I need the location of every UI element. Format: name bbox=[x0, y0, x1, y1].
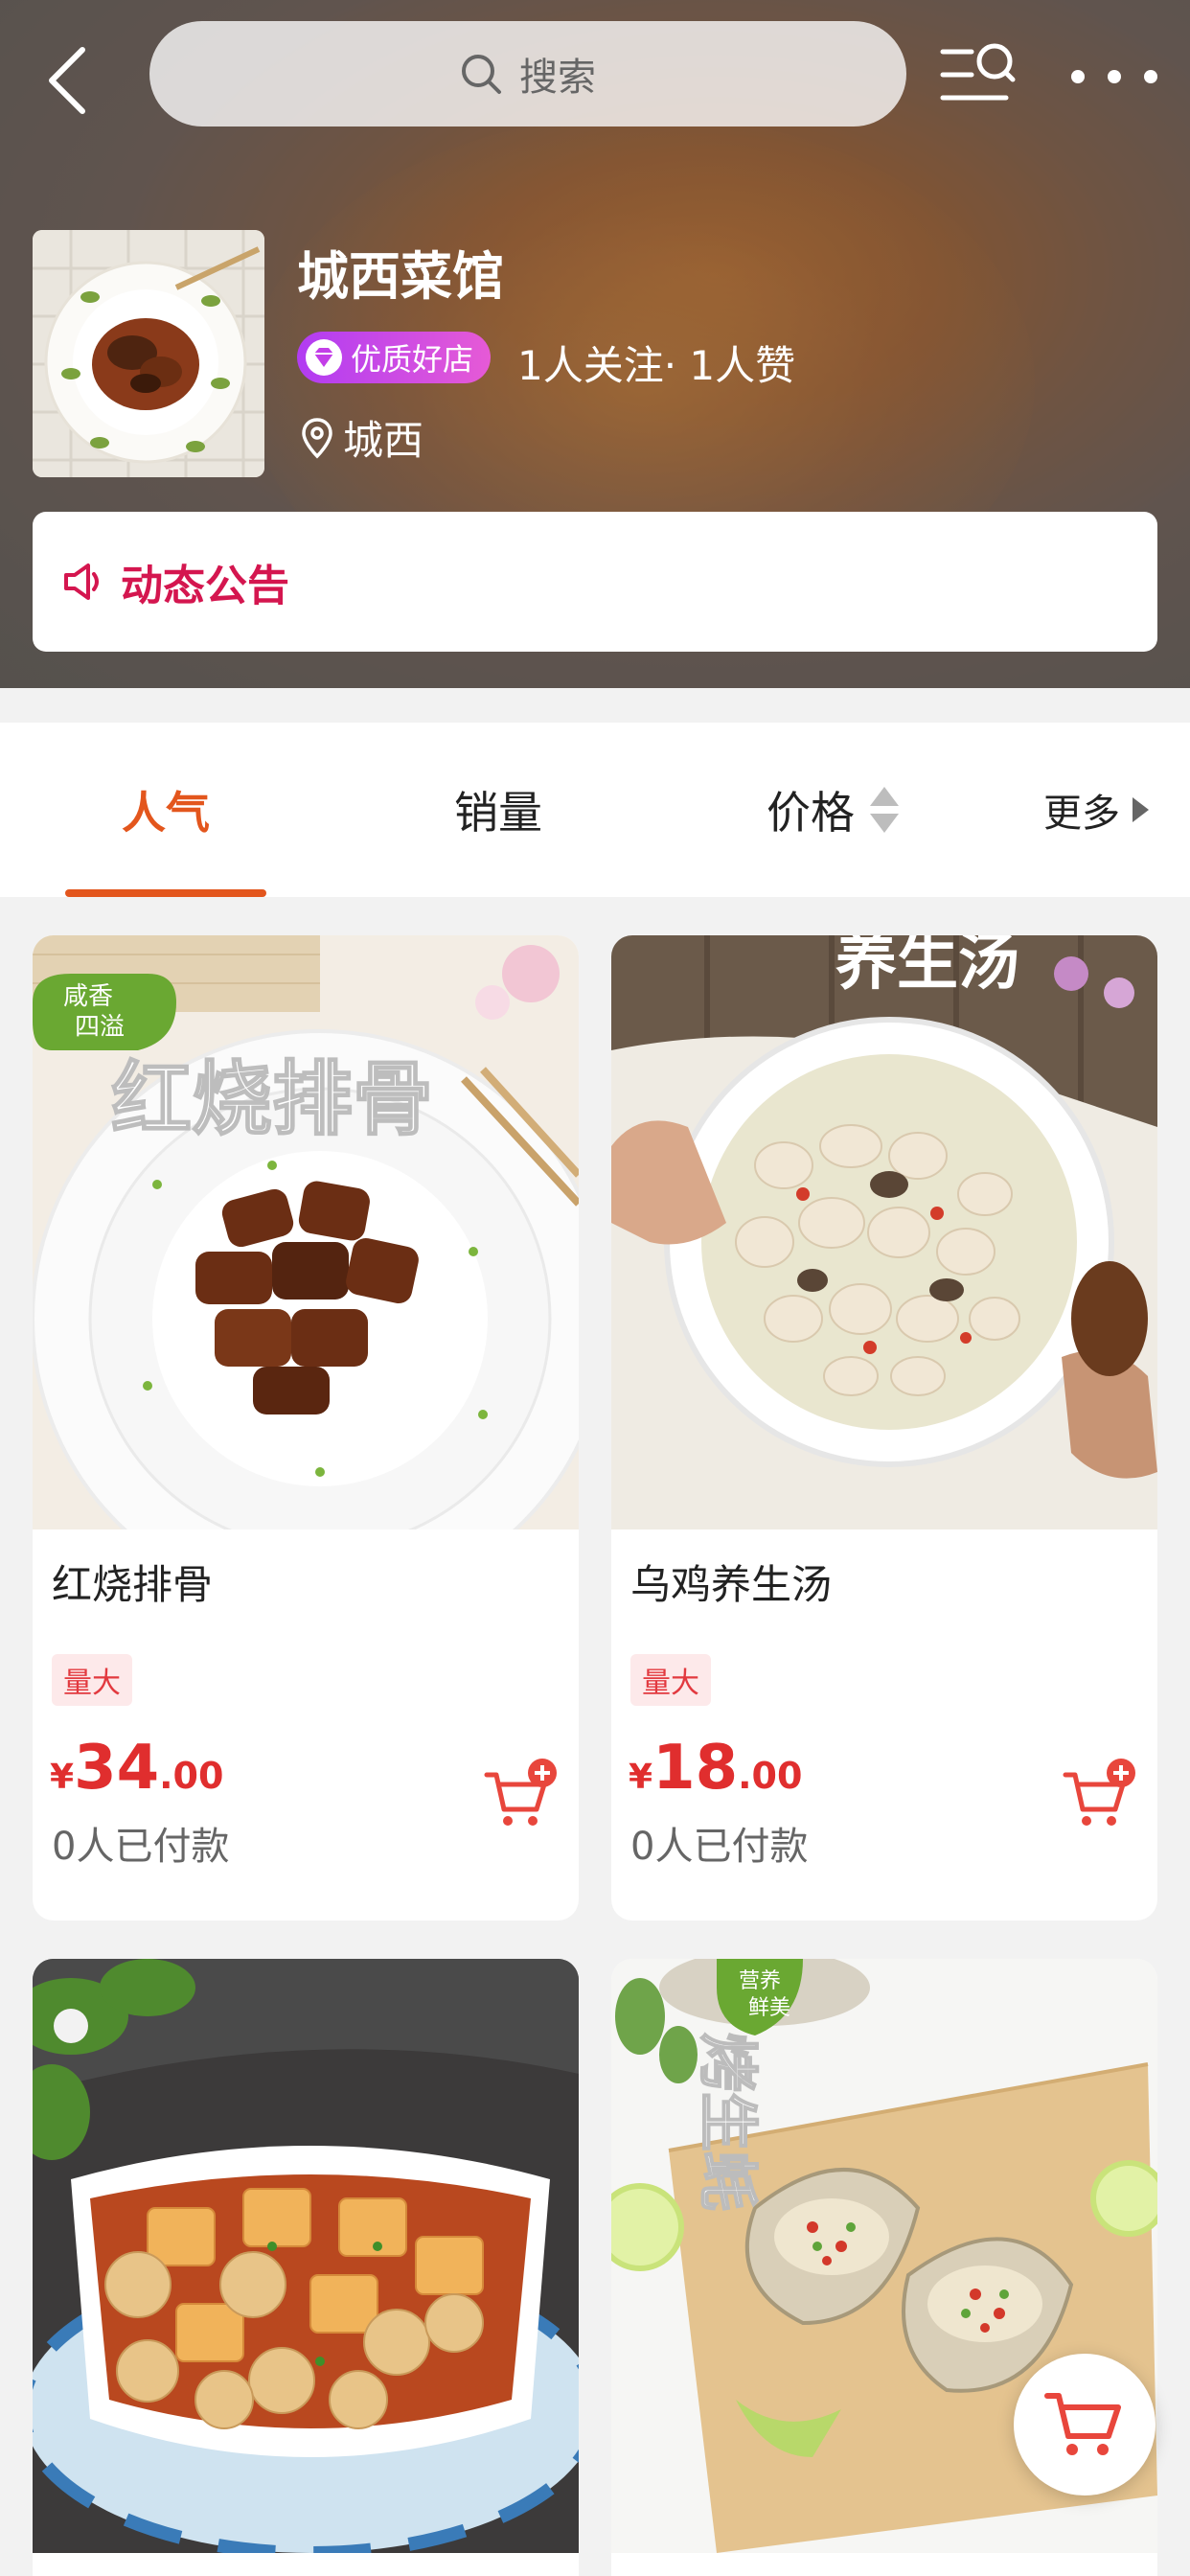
location-pin-icon bbox=[302, 417, 332, 458]
add-to-cart-icon[interactable] bbox=[1062, 1758, 1138, 1834]
shop-avatar[interactable] bbox=[33, 230, 264, 477]
price-integer: 34 bbox=[74, 1733, 160, 1804]
product-card[interactable] bbox=[33, 1959, 579, 2576]
tab-label: 人气 bbox=[122, 787, 210, 839]
back-button[interactable] bbox=[38, 42, 96, 119]
search-icon bbox=[462, 55, 501, 94]
product-title: 乌鸡养生汤 bbox=[630, 1561, 833, 1608]
product-price: ¥ 18 .00 bbox=[629, 1733, 802, 1804]
floating-cart-button[interactable] bbox=[1014, 2354, 1156, 2496]
tab-price[interactable]: 价格 bbox=[738, 723, 929, 897]
follow-like-stats: 1人关注· 1人赞 bbox=[517, 342, 796, 389]
product-tag: 量大 bbox=[52, 1654, 132, 1706]
image-title-text: 养生汤 bbox=[835, 935, 1019, 999]
product-title: 红烧排骨 bbox=[52, 1561, 214, 1608]
category-list-button[interactable] bbox=[939, 38, 1016, 115]
currency-symbol: ¥ bbox=[629, 1758, 653, 1797]
top-bar: 搜索 bbox=[0, 19, 1190, 130]
announcement-label: 动态公告 bbox=[121, 562, 289, 610]
more-options-button[interactable] bbox=[1071, 48, 1157, 105]
price-decimal: .00 bbox=[159, 1755, 224, 1797]
dot-icon bbox=[1071, 70, 1085, 83]
diamond-icon bbox=[306, 339, 342, 376]
product-image[interactable]: 养生汤 bbox=[611, 935, 1157, 1530]
search-placeholder: 搜索 bbox=[519, 56, 596, 100]
shop-name: 城西菜馆 bbox=[297, 246, 504, 307]
shopping-cart-icon bbox=[1044, 2393, 1121, 2455]
sort-arrows-icon bbox=[870, 787, 899, 833]
list-search-icon bbox=[940, 43, 1016, 101]
product-card[interactable]: 咸香 四溢 红烧排骨 红烧排骨 量大 ¥ 34 .00 0人已付款 bbox=[33, 935, 579, 1920]
add-to-cart-icon[interactable] bbox=[483, 1758, 560, 1834]
price-integer: 18 bbox=[652, 1733, 739, 1804]
shop-info: 城西菜馆 优质好店 1人关注· 1人赞 城西 bbox=[33, 230, 1163, 479]
product-price: ¥ 34 .00 bbox=[50, 1733, 223, 1804]
product-image[interactable] bbox=[33, 1959, 579, 2553]
image-title-text: 红烧排骨 bbox=[111, 1052, 433, 1146]
tab-label: 价格 bbox=[767, 787, 855, 839]
paid-count: 0人已付款 bbox=[52, 1825, 230, 1869]
image-badge-line-2: 四溢 bbox=[75, 1013, 125, 1042]
dot-icon bbox=[1108, 70, 1121, 83]
tab-label: 更多 bbox=[1043, 792, 1120, 836]
tab-label: 销量 bbox=[454, 787, 542, 839]
image-badge-line-2: 鲜美 bbox=[748, 1996, 790, 2020]
tab-more-filters[interactable]: 更多 bbox=[1016, 723, 1179, 897]
active-tab-indicator bbox=[65, 889, 266, 897]
product-image[interactable]: 咸香 四溢 红烧排骨 bbox=[33, 935, 579, 1530]
announcement-bar[interactable]: 动态公告 bbox=[33, 512, 1157, 652]
image-badge-line-1: 营养 bbox=[739, 1969, 781, 1993]
caret-right-icon bbox=[1133, 797, 1149, 822]
shop-location[interactable]: 城西 bbox=[301, 408, 423, 467]
quality-store-badge: 优质好店 bbox=[297, 332, 492, 383]
chevron-left-icon bbox=[49, 47, 85, 114]
tab-popularity[interactable]: 人气 bbox=[65, 723, 266, 897]
location-label: 城西 bbox=[343, 417, 424, 464]
image-title-text: 烤生蚝 bbox=[693, 2033, 763, 2211]
paid-count: 0人已付款 bbox=[630, 1825, 809, 1869]
price-decimal: .00 bbox=[738, 1755, 803, 1797]
product-tag: 量大 bbox=[630, 1654, 711, 1706]
sort-tabs: 人气 销量 价格 更多 bbox=[0, 723, 1190, 897]
badge-label: 优质好店 bbox=[351, 341, 474, 378]
speaker-icon bbox=[64, 564, 99, 600]
tab-sales[interactable]: 销量 bbox=[402, 723, 594, 897]
product-card[interactable]: 养生汤 乌鸡养生汤 量大 ¥ 18 .00 0人已付款 bbox=[611, 935, 1157, 1920]
search-input[interactable]: 搜索 bbox=[149, 21, 906, 126]
image-badge-line-1: 咸香 bbox=[63, 982, 113, 1011]
dot-icon bbox=[1144, 70, 1157, 83]
currency-symbol: ¥ bbox=[50, 1758, 75, 1797]
